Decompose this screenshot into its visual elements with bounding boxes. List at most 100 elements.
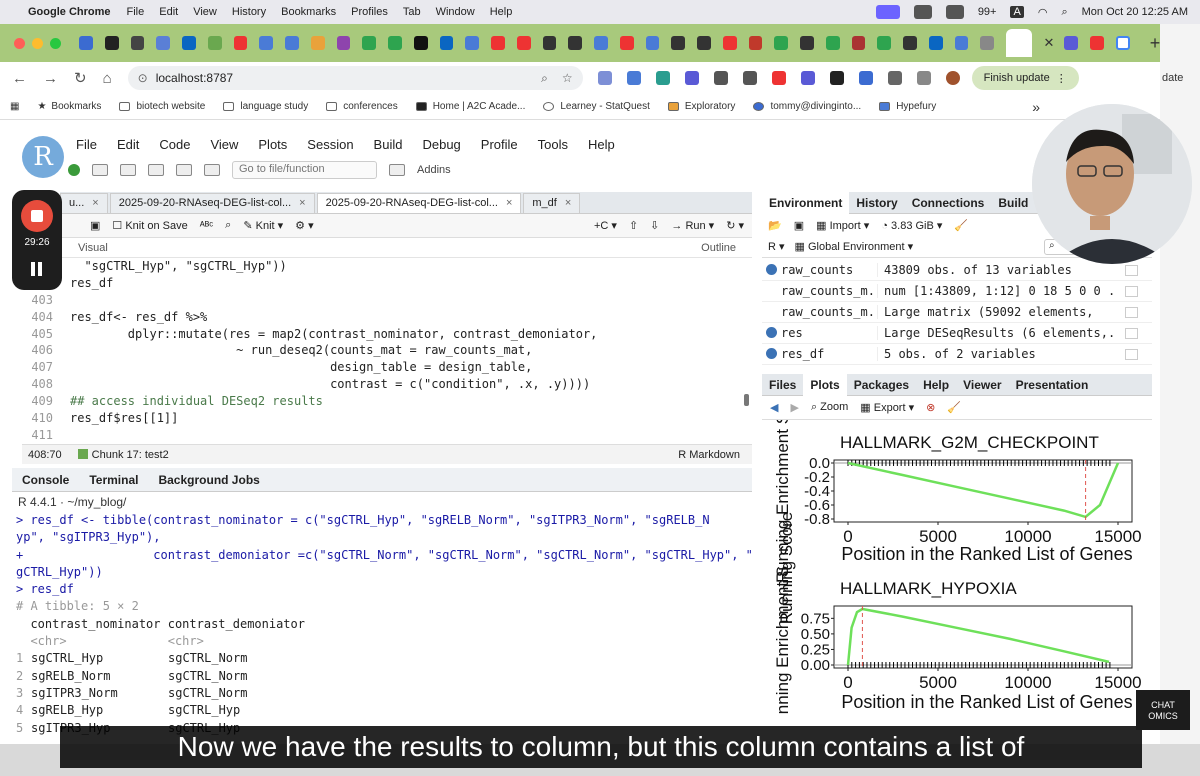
source-tab[interactable]: m_df × xyxy=(523,193,581,213)
variable-name[interactable]: res xyxy=(762,326,877,340)
google-tab-icon[interactable] xyxy=(1115,36,1130,50)
tab-favicon[interactable] xyxy=(568,36,582,50)
insert-chunk-icon[interactable]: +C ▾ xyxy=(594,219,617,232)
previous-plot-icon[interactable]: ◀ xyxy=(770,401,778,414)
finish-update-button[interactable]: Finish update ⋮ xyxy=(971,66,1079,90)
extension-icon[interactable] xyxy=(771,71,786,85)
view-search-icon[interactable] xyxy=(1125,327,1138,339)
bookmark-item[interactable]: Learney - StatQuest xyxy=(543,101,650,112)
tab-favicon[interactable] xyxy=(619,36,634,50)
remove-plot-icon[interactable]: ⊗ xyxy=(926,401,935,414)
address-bar[interactable]: ⊙ localhost:8787 ⌕ ☆ xyxy=(127,66,583,90)
tab-favicon[interactable] xyxy=(233,36,248,50)
menu-tab[interactable]: Tab xyxy=(403,6,421,18)
zoom-window-button[interactable] xyxy=(50,37,61,49)
bookmark-item[interactable]: Hypefury xyxy=(879,101,936,112)
tab-favicon[interactable] xyxy=(413,36,428,50)
bookmark-item[interactable]: Exploratory xyxy=(667,101,735,112)
tab-viewer[interactable]: Viewer xyxy=(956,378,1008,392)
extension-icon[interactable] xyxy=(597,71,612,85)
rmenu-plots[interactable]: Plots xyxy=(258,137,287,152)
tab-favicon[interactable] xyxy=(877,36,891,50)
view-grid-icon[interactable] xyxy=(1125,306,1138,318)
source-tab[interactable]: u... × xyxy=(60,193,108,213)
tab-active[interactable] xyxy=(1006,29,1032,57)
tab-favicon[interactable] xyxy=(491,36,505,50)
expand-icon[interactable] xyxy=(766,348,777,359)
tab-console[interactable]: Console xyxy=(12,473,79,487)
outline-button[interactable]: Outline xyxy=(701,242,736,254)
tab-favicon[interactable] xyxy=(79,36,93,50)
spellcheck-icon[interactable]: ᴬᴮᶜ xyxy=(200,220,213,232)
tab-favicon[interactable] xyxy=(182,36,196,50)
save-icon[interactable]: ▣ xyxy=(90,219,100,232)
environment-row[interactable]: raw_counts_m...Large matrix (59092 eleme… xyxy=(762,302,1152,323)
clear-plots-broom-icon[interactable]: 🧹 xyxy=(947,401,961,414)
extension-icon[interactable] xyxy=(858,71,873,85)
tab-terminal[interactable]: Terminal xyxy=(79,473,148,487)
home-icon[interactable]: ⌂ xyxy=(103,70,112,87)
extension-icon[interactable] xyxy=(800,71,815,85)
tab-background-jobs[interactable]: Background Jobs xyxy=(148,473,269,487)
rmenu-file[interactable]: File xyxy=(76,137,97,152)
tab-favicon[interactable] xyxy=(671,36,685,50)
apps-icon[interactable]: ▦ xyxy=(10,101,19,112)
open-file-icon[interactable] xyxy=(120,164,136,176)
screen-record-icon[interactable] xyxy=(875,5,900,19)
status-icon[interactable] xyxy=(913,5,932,19)
variable-name[interactable]: res_df xyxy=(762,347,877,361)
view-grid-icon[interactable] xyxy=(1125,348,1138,360)
visual-mode-button[interactable]: Visual xyxy=(78,242,108,254)
zoom-icon[interactable]: ⌕ xyxy=(541,71,548,86)
wifi-icon[interactable]: ◠ xyxy=(1038,6,1048,19)
close-tab-icon[interactable]: × xyxy=(92,197,98,209)
next-plot-icon[interactable]: ▶ xyxy=(790,401,798,414)
tab-favicon[interactable] xyxy=(336,36,351,50)
tab-favicon[interactable] xyxy=(903,36,917,50)
addins-menu[interactable]: Addins xyxy=(417,164,451,176)
tab-favicon[interactable] xyxy=(130,36,145,50)
tab-favicon[interactable] xyxy=(156,36,170,50)
bookmark-item[interactable]: Home | A2C Acade... xyxy=(415,101,525,112)
rerun-icon[interactable]: ↻ ▾ xyxy=(726,219,744,232)
save-icon[interactable] xyxy=(148,164,164,176)
grid-icon[interactable] xyxy=(389,164,405,176)
extension-icon[interactable] xyxy=(713,71,728,85)
tab-favicon[interactable] xyxy=(207,36,222,50)
view-grid-icon[interactable] xyxy=(1125,264,1138,276)
pause-recording-button[interactable] xyxy=(29,262,45,276)
document-mode[interactable]: R Markdown xyxy=(678,449,740,461)
close-window-button[interactable] xyxy=(14,37,25,49)
tab-favicon[interactable] xyxy=(104,36,119,50)
environment-row[interactable]: res Large DESeqResults (6 elements,... xyxy=(762,323,1152,344)
memory-usage[interactable]: ◔ 3.83 GiB ▾ xyxy=(881,219,942,232)
url-text[interactable]: localhost:8787 xyxy=(156,71,233,85)
tab-favicon[interactable] xyxy=(851,36,866,50)
rmenu-code[interactable]: Code xyxy=(159,137,190,152)
rmenu-tools[interactable]: Tools xyxy=(538,137,568,152)
search-icon[interactable]: ⌕ xyxy=(1061,6,1067,19)
stop-recording-button[interactable] xyxy=(21,200,53,232)
tab-favicon[interactable] xyxy=(465,36,479,50)
bookmarks-overflow-button[interactable]: » xyxy=(1032,99,1040,115)
source-tab-active[interactable]: 2025-09-20-RNAseq-DEG-list-col... × xyxy=(316,193,522,213)
tab-favicon[interactable] xyxy=(697,36,711,50)
code-line[interactable]: 405 dplyr::mutate(res = map2(contrast_no… xyxy=(22,326,752,343)
search-icon[interactable]: ⌕ xyxy=(225,219,231,232)
source-tab[interactable]: 2025-09-20-RNAseq-DEG-list-col... × xyxy=(109,193,315,213)
rmenu-debug[interactable]: Debug xyxy=(422,137,460,152)
extension-icon[interactable] xyxy=(626,71,641,85)
knit-button[interactable]: ✎ Knit ▾ xyxy=(243,219,283,232)
tab-favicon[interactable] xyxy=(774,36,788,50)
reading-list-icon[interactable] xyxy=(916,71,931,85)
extension-icon[interactable] xyxy=(829,71,844,85)
code-line[interactable]: 410 res_df$res[[1]] xyxy=(22,410,752,427)
app-name[interactable]: Google Chrome xyxy=(28,6,111,18)
bookmark-item[interactable]: conferences xyxy=(326,101,398,112)
console-output[interactable]: > res_df <- tibble(contrast_nominator = … xyxy=(12,512,752,744)
environment-row[interactable]: raw_counts_m...num [1:43809, 1:12] 0 18 … xyxy=(762,281,1152,302)
code-line[interactable]: 407 design_table = design_table, xyxy=(22,359,752,376)
scope-select[interactable]: ▦ Global Environment ▾ xyxy=(795,240,914,253)
tab-favicon[interactable] xyxy=(310,36,325,50)
tab-favicon[interactable] xyxy=(362,36,376,50)
